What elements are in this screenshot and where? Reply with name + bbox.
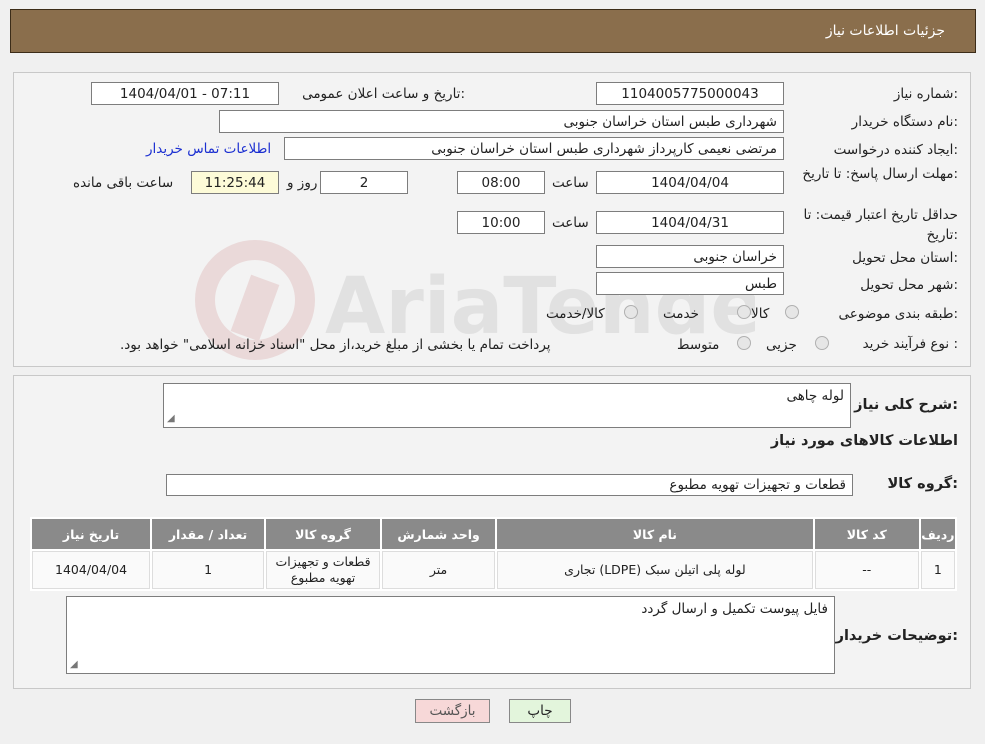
- category-option-both: کالا/خدمت: [546, 306, 605, 322]
- purchase-option-medium: متوسط: [677, 337, 720, 353]
- category-radio-service[interactable]: [737, 305, 751, 319]
- buyer-notes-textarea[interactable]: فایل پیوست تکمیل و ارسال گردد ◢: [66, 596, 835, 674]
- remaining-label: ساعت باقی مانده: [73, 175, 174, 191]
- cell-qty: 1: [152, 551, 265, 589]
- summary-text: لوله چاهی: [786, 388, 844, 404]
- items-table: ردیف کد کالا نام کالا واحد شمارش گروه کا…: [30, 517, 957, 591]
- announce-label: تاریخ و ساعت اعلان عمومی:: [302, 86, 465, 102]
- cell-name: لوله پلی اتیلن سبک (LDPE) تجاری: [497, 551, 813, 589]
- goods-group-field: قطعات و تجهیزات تهویه مطبوع: [166, 474, 853, 496]
- goods-group-label: گروه کالا:: [887, 476, 958, 492]
- city-label: شهر محل تحویل:: [860, 277, 958, 293]
- purchase-radio-medium[interactable]: [737, 336, 751, 350]
- requester-field: مرتضی نعیمی کارپرداز شهرداری طبس استان خ…: [284, 137, 784, 160]
- col-name: نام کالا: [497, 519, 813, 549]
- days-field: 2: [320, 171, 408, 194]
- cell-group: قطعات و تجهیزات تهویه مطبوع: [266, 551, 381, 589]
- deadline-time-label: ساعت: [552, 175, 589, 191]
- deadline-time-field: 08:00: [457, 171, 545, 194]
- remaining-time-field: 11:25:44: [191, 171, 279, 194]
- province-label: استان محل تحویل:: [852, 250, 958, 266]
- deadline-date-field: 1404/04/04: [596, 171, 784, 194]
- buyer-notes-text: فایل پیوست تکمیل و ارسال گردد: [641, 601, 828, 617]
- col-row: ردیف: [920, 519, 955, 549]
- page-header: جزئیات اطلاعات نیاز: [10, 9, 976, 53]
- resize-grip-icon[interactable]: ◢: [167, 413, 175, 424]
- category-option-service: خدمت: [663, 306, 699, 322]
- cell-date: 1404/04/04: [32, 551, 151, 589]
- city-field: طبس: [596, 272, 784, 295]
- validity-time-label: ساعت: [552, 215, 589, 231]
- purchase-note: پرداخت تمام یا بخشی از مبلغ خرید،از محل …: [120, 337, 551, 353]
- category-label: طبقه بندی موضوعی:: [838, 306, 958, 322]
- deadline-label: مهلت ارسال پاسخ: تا تاریخ:: [802, 166, 958, 182]
- buyer-notes-label: توضیحات خریدار:: [835, 628, 958, 644]
- category-option-goods: کالا: [751, 306, 770, 322]
- buyer-org-field: شهرداری طبس استان خراسان جنوبی: [219, 110, 784, 133]
- purchase-type-label: نوع فرآیند خرید :: [862, 336, 958, 352]
- need-number-label: شماره نیاز:: [893, 86, 958, 102]
- print-button[interactable]: چاپ: [509, 699, 571, 723]
- goods-info-title: اطلاعات کالاهای مورد نیاز: [770, 433, 958, 449]
- purchase-radio-minor[interactable]: [815, 336, 829, 350]
- summary-textarea[interactable]: لوله چاهی ◢: [163, 383, 851, 428]
- cell-unit: متر: [382, 551, 496, 589]
- cell-code: --: [814, 551, 919, 589]
- buyer-contact-link[interactable]: اطلاعات تماس خریدار: [146, 141, 271, 157]
- validity-label: حداقل تاریخ اعتبار قیمت: تا تاریخ:: [803, 207, 958, 243]
- col-code: کد کالا: [814, 519, 919, 549]
- validity-time-field: 10:00: [457, 211, 545, 234]
- resize-grip-icon[interactable]: ◢: [70, 659, 78, 670]
- back-button[interactable]: بازگشت: [415, 699, 490, 723]
- announce-field: 1404/04/01 - 07:11: [91, 82, 279, 105]
- col-unit: واحد شمارش: [382, 519, 496, 549]
- category-radio-goods[interactable]: [785, 305, 799, 319]
- validity-date-field: 1404/04/31: [596, 211, 784, 234]
- cell-row: 1: [920, 551, 955, 589]
- col-date: تاریخ نیاز: [32, 519, 151, 549]
- col-group: گروه کالا: [266, 519, 381, 549]
- category-radio-both[interactable]: [624, 305, 638, 319]
- need-number-field: 1104005775000043: [596, 82, 784, 105]
- table-row[interactable]: 1 -- لوله پلی اتیلن سبک (LDPE) تجاری متر…: [32, 551, 955, 589]
- summary-label: شرح کلی نیاز:: [854, 397, 958, 413]
- page-title: جزئیات اطلاعات نیاز: [825, 23, 945, 39]
- province-field: خراسان جنوبی: [596, 245, 784, 268]
- purchase-option-minor: جزیی: [766, 337, 797, 353]
- days-label: روز و: [287, 175, 318, 191]
- buyer-org-label: نام دستگاه خریدار:: [851, 114, 958, 130]
- col-qty: تعداد / مقدار: [152, 519, 265, 549]
- requester-label: ایجاد کننده درخواست:: [833, 142, 958, 158]
- table-header-row: ردیف کد کالا نام کالا واحد شمارش گروه کا…: [32, 519, 955, 549]
